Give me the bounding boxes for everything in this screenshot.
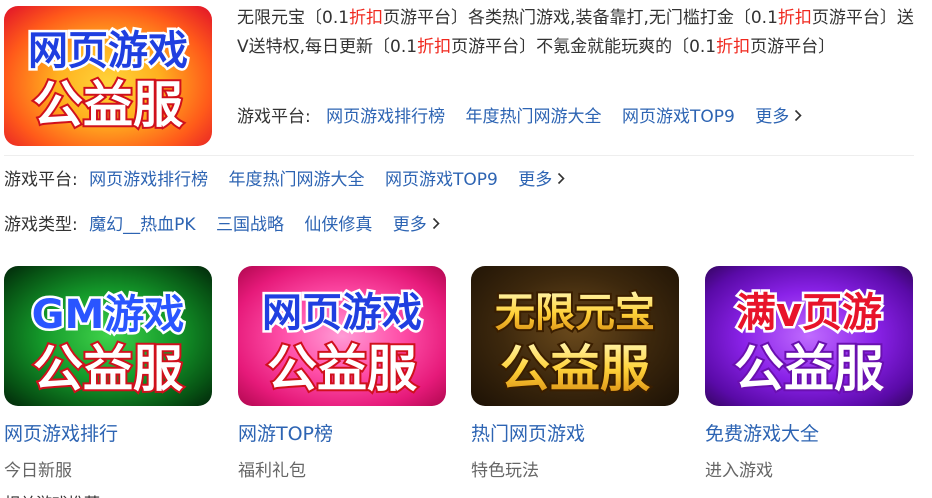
hero-logo-line1: 网页游戏 xyxy=(28,28,188,74)
card-3-logo-line1: 满v页游 xyxy=(736,290,882,336)
hero-platform-label: 游戏平台: xyxy=(237,107,311,127)
hero-platform-link-0[interactable]: 网页游戏排行榜 xyxy=(326,107,445,127)
platform-more-label: 更多 xyxy=(518,170,553,190)
discount-highlight: 折扣 xyxy=(417,37,452,57)
type-link-0[interactable]: 魔幻__热血PK xyxy=(89,215,195,235)
card-1-banner[interactable]: 网页游戏 公益服 xyxy=(238,266,446,406)
card-2-logo-line1: 无限元宝 xyxy=(495,290,655,336)
platform-link-0[interactable]: 网页游戏排行榜 xyxy=(89,170,208,190)
card-3-subtitle: 进入游戏 xyxy=(705,461,773,481)
card-1-title[interactable]: 网游TOP榜 xyxy=(238,419,333,446)
hero-platform-link-2[interactable]: 网页游戏TOP9 xyxy=(622,107,735,127)
card-1-subtitle: 福利礼包 xyxy=(238,461,306,481)
card-1-logo-line2: 公益服 xyxy=(267,340,417,398)
platform-link-1[interactable]: 年度热门网游大全 xyxy=(229,170,365,190)
discount-highlight: 折扣 xyxy=(349,8,384,28)
card-3-title[interactable]: 免费游戏大全 xyxy=(705,419,819,446)
chevron-right-icon xyxy=(795,109,802,122)
hero-more-label: 更多 xyxy=(755,107,790,127)
card-2-subtitle: 特色玩法 xyxy=(471,461,539,481)
platform-link-2[interactable]: 网页游戏TOP9 xyxy=(385,170,498,190)
card-0-logo-line1: GM游戏 xyxy=(32,292,185,338)
type-label: 游戏类型: xyxy=(4,215,78,235)
card-3-logo-line2: 公益服 xyxy=(734,340,884,398)
hero-game-banner[interactable]: 网页游戏 公益服 xyxy=(4,6,212,146)
platform-row: 游戏平台: 网页游戏排行榜 年度热门网游大全 网页游戏TOP9 更多 xyxy=(4,168,565,192)
hero-more-link[interactable]: 更多 xyxy=(755,107,802,127)
hero-platform-row: 游戏平台: 网页游戏排行榜 年度热门网游大全 网页游戏TOP9 更多 xyxy=(237,105,802,129)
hero-description: 无限元宝〔0.1折扣页游平台〕各类热门游戏,装备靠打,无门槛打金〔0.1折扣页游… xyxy=(237,4,919,62)
card-3-banner[interactable]: 满v页游 公益服 xyxy=(705,266,913,406)
description-text: 无限元宝〔0.1 xyxy=(237,8,350,28)
card-2-banner[interactable]: 无限元宝 公益服 xyxy=(471,266,679,406)
description-text: 页游平台〕各类热门游戏,装备靠打,无门槛打金〔0.1 xyxy=(383,8,778,28)
card-0-title[interactable]: 网页游戏排行 xyxy=(4,419,118,446)
type-link-2[interactable]: 仙侠修真 xyxy=(304,215,372,235)
divider xyxy=(4,155,914,156)
card-2-logo-line2: 公益服 xyxy=(500,340,650,398)
hero-platform-link-1[interactable]: 年度热门网游大全 xyxy=(466,107,602,127)
type-row: 游戏类型: 魔幻__热血PK 三国战略 仙侠修真 更多 xyxy=(4,213,440,237)
type-more-link[interactable]: 更多 xyxy=(393,215,440,235)
discount-highlight: 折扣 xyxy=(777,8,812,28)
card-0-banner[interactable]: GM游戏 公益服 xyxy=(4,266,212,406)
chevron-right-icon xyxy=(558,172,565,185)
description-text: 页游平台〕不氪金就能玩爽的〔0.1 xyxy=(451,37,717,57)
card-0-logo-line2: 公益服 xyxy=(33,340,183,398)
discount-highlight: 折扣 xyxy=(716,37,751,57)
type-link-1[interactable]: 三国战略 xyxy=(216,215,284,235)
card-1-logo-line1: 网页游戏 xyxy=(262,290,422,336)
hero-logo-line2: 公益服 xyxy=(33,76,183,134)
description-text: 页游平台〕 xyxy=(750,37,836,57)
platform-label: 游戏平台: xyxy=(4,170,78,190)
card-2-title[interactable]: 热门网页游戏 xyxy=(471,419,585,446)
platform-more-link[interactable]: 更多 xyxy=(518,170,565,190)
type-more-label: 更多 xyxy=(392,215,427,235)
chevron-right-icon xyxy=(432,217,440,230)
card-0-subtitle: 今日新服 xyxy=(4,461,72,481)
next-section-heading: 相关游戏推荐 xyxy=(4,490,100,498)
